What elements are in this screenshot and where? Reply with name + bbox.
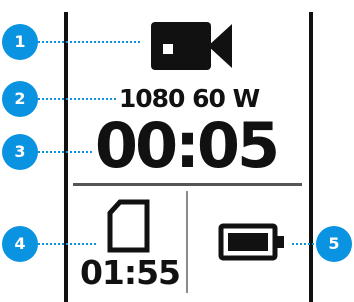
video-camera-icon bbox=[151, 22, 232, 70]
callout-badge-1: 1 bbox=[2, 24, 38, 60]
remaining-record-time: 01:55 bbox=[79, 253, 181, 292]
callout-badge-2: 2 bbox=[2, 81, 38, 117]
sd-card-icon bbox=[107, 199, 150, 253]
screen-horizontal-divider bbox=[73, 183, 302, 186]
battery-icon bbox=[218, 223, 284, 261]
callout-badge-4: 4 bbox=[2, 226, 38, 262]
callout-badge-3: 3 bbox=[2, 134, 38, 170]
callout-badge-5: 5 bbox=[316, 226, 352, 262]
recording-timer: 00:05 bbox=[94, 109, 280, 182]
